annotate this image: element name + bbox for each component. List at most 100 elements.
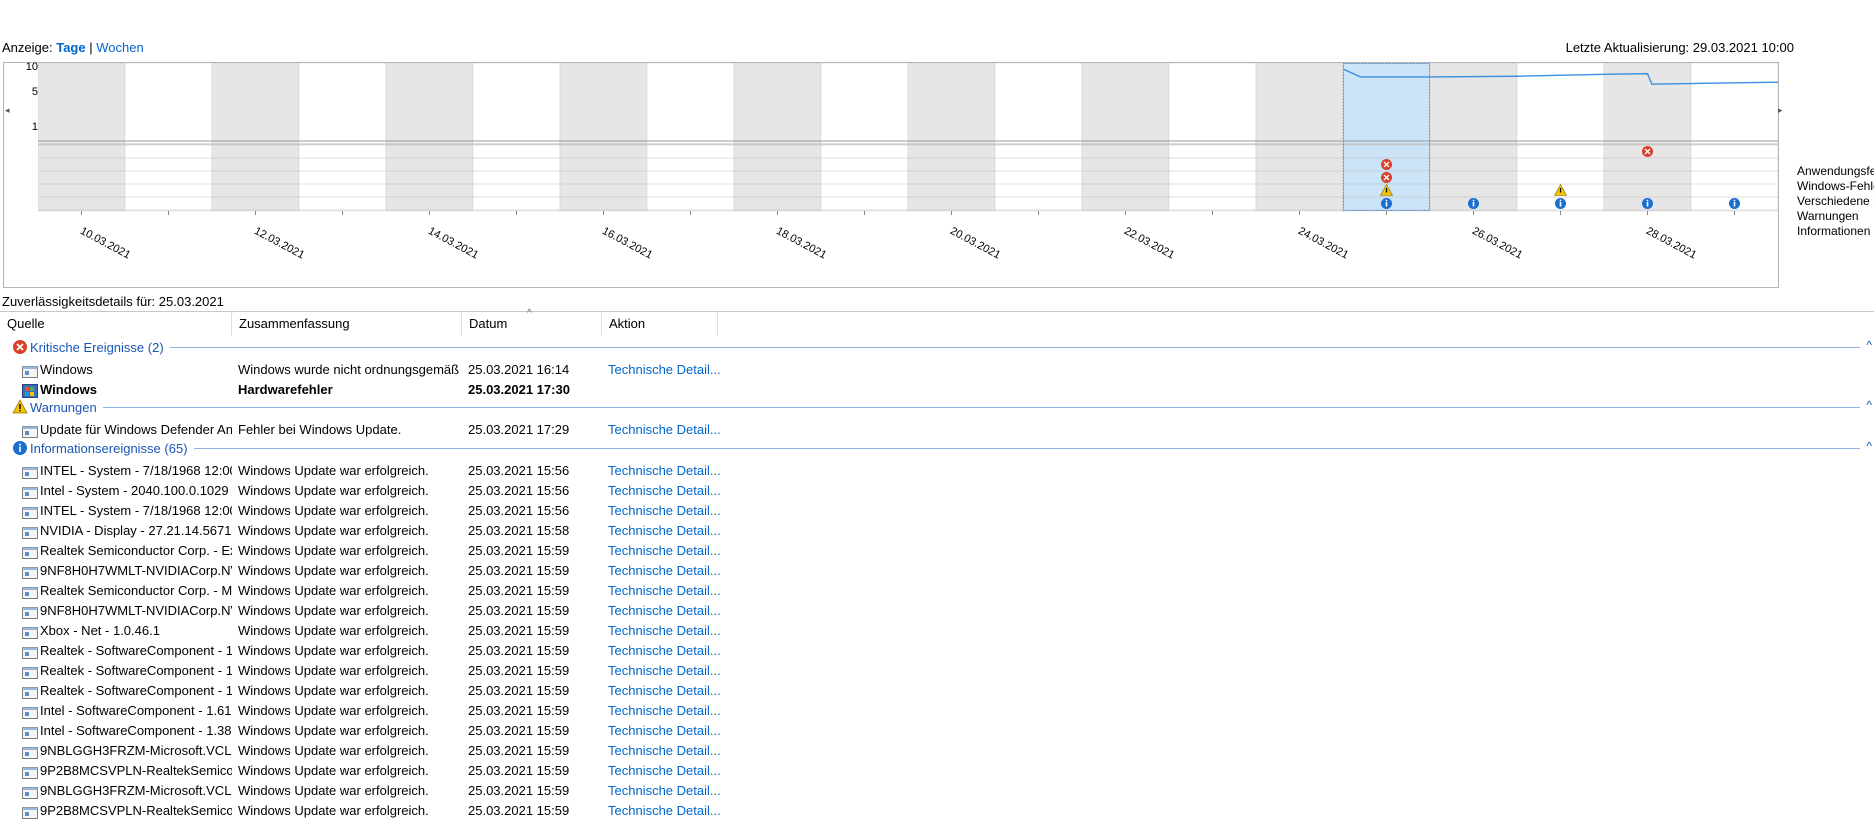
technical-details-link[interactable]: Technische Detail... (608, 701, 728, 721)
event-group-label[interactable]: Informationsereignisse (65) (30, 441, 188, 456)
technical-details-link[interactable]: Technische Detail... (608, 561, 728, 581)
event-row[interactable]: Realtek - SoftwareComponent - 1.... Windo… (0, 681, 1874, 701)
technical-details-link[interactable]: Technische Detail... (608, 581, 728, 601)
event-date: 25.03.2021 16:14 (468, 362, 570, 377)
col-header-source[interactable]: Quelle (0, 312, 232, 336)
date-tick-label: 20.03.2021 (948, 225, 1002, 261)
event-date: 25.03.2021 15:59 (468, 803, 570, 818)
technical-details-link[interactable]: Technische Detail... (608, 741, 728, 761)
technical-details-link[interactable]: Technische Detail... (608, 420, 728, 440)
app-icon (22, 725, 38, 739)
reliability-chart[interactable]: 10 5 1 10.03.2021 12.03.2021 14.03.2021 16.… (3, 61, 1779, 288)
technical-details-link[interactable]: Technische Detail... (608, 501, 728, 521)
day-column[interactable] (1168, 63, 1257, 212)
technical-details-link[interactable]: Technische Detail... (608, 360, 728, 380)
day-column[interactable] (298, 63, 387, 212)
technical-details-link[interactable]: Technische Detail... (608, 521, 728, 541)
event-row[interactable]: Update für Windows Defender Ant... Fehler… (0, 420, 1874, 440)
event-row[interactable]: Xbox - Net - 1.0.46.1 Windows Update war … (0, 621, 1874, 641)
event-row[interactable]: 9NBLGGH3FRZM-Microsoft.VCLib... Windows U… (0, 781, 1874, 801)
technical-details-link[interactable]: Technische Detail... (608, 681, 728, 701)
col-header-date[interactable]: Datum (462, 312, 602, 336)
day-column[interactable] (559, 63, 648, 212)
technical-details-link[interactable]: Technische Detail... (608, 661, 728, 681)
event-summary: Windows Update war erfolgreich. (238, 723, 429, 738)
col-header-summary[interactable]: Zusammenfassung (232, 312, 462, 336)
last-update-text: Letzte Aktualisierung: 29.03.2021 10:00 (1565, 40, 1794, 55)
technical-details-link[interactable]: Technische Detail... (608, 541, 728, 561)
day-column[interactable] (38, 63, 126, 212)
event-source: Intel - SoftwareComponent - 1.61.... (40, 703, 232, 718)
app-icon (22, 585, 38, 599)
chart-plot-area[interactable]: 10.03.2021 12.03.2021 14.03.2021 16.03.2021… (38, 63, 1778, 287)
day-column[interactable] (472, 63, 561, 212)
event-summary: Windows Update war erfolgreich. (238, 643, 429, 658)
event-group-label[interactable]: Warnungen (30, 400, 97, 415)
app-icon (22, 545, 38, 559)
event-row[interactable]: Intel - System - 2040.100.0.1029 Windows … (0, 481, 1874, 501)
day-column[interactable] (385, 63, 474, 212)
event-source: Realtek - SoftwareComponent - 1.... (40, 683, 232, 698)
event-source: Xbox - Net - 1.0.46.1 (40, 623, 160, 638)
day-column[interactable] (646, 63, 735, 212)
collapse-chevron-icon[interactable]: ^ (1866, 398, 1872, 412)
event-summary: Windows Update war erfolgreich. (238, 543, 429, 558)
event-date: 25.03.2021 15:59 (468, 783, 570, 798)
legend-app-errors: Anwendungsfehler (1797, 164, 1874, 178)
event-row[interactable]: Windows Windows wurde nicht ordnungsgemäß… (0, 360, 1874, 380)
app-icon (22, 565, 38, 579)
day-column[interactable] (1081, 63, 1170, 212)
day-column[interactable] (211, 63, 300, 212)
date-tick-label: 18.03.2021 (774, 225, 828, 261)
technical-details-link[interactable]: Technische Detail... (608, 761, 728, 781)
event-group-header[interactable]: Kritische Ereignisse (2) ^ (0, 337, 1874, 357)
technical-details-link[interactable]: Technische Detail... (608, 481, 728, 501)
event-group-header[interactable]: Warnungen ^ (0, 397, 1874, 417)
technical-details-link[interactable]: Technische Detail... (608, 601, 728, 621)
event-group-divider (169, 347, 1860, 348)
event-row[interactable]: Realtek - SoftwareComponent - 1.... Windo… (0, 641, 1874, 661)
technical-details-link[interactable]: Technische Detail... (608, 801, 728, 821)
event-summary: Windows Update war erfolgreich. (238, 603, 429, 618)
event-group-label[interactable]: Kritische Ereignisse (2) (30, 340, 164, 355)
technical-details-link[interactable]: Technische Detail... (608, 721, 728, 741)
view-days-link[interactable]: Tage (56, 40, 85, 55)
event-row[interactable]: INTEL - System - 7/18/1968 12:00:0... Win… (0, 461, 1874, 481)
technical-details-link[interactable]: Technische Detail... (608, 461, 728, 481)
event-row[interactable]: Realtek - SoftwareComponent - 1.... Windo… (0, 661, 1874, 681)
event-group-header[interactable]: Informationsereignisse (65) ^ (0, 438, 1874, 458)
collapse-chevron-icon[interactable]: ^ (1866, 439, 1872, 453)
event-row[interactable]: Realtek Semiconductor Corp. - Ext... Wind… (0, 541, 1874, 561)
day-column[interactable] (1429, 63, 1518, 212)
event-row[interactable]: 9NBLGGH3FRZM-Microsoft.VCLib... Windows U… (0, 741, 1874, 761)
event-summary: Windows Update war erfolgreich. (238, 563, 429, 578)
technical-details-link[interactable]: Technische Detail... (608, 641, 728, 661)
view-weeks-link[interactable]: Wochen (96, 40, 143, 55)
day-column[interactable] (1603, 63, 1692, 212)
technical-details-link[interactable]: Technische Detail... (608, 621, 728, 641)
y-label-10: 10 (25, 61, 38, 73)
event-row[interactable]: Realtek Semiconductor Corp. - M... Window… (0, 581, 1874, 601)
technical-details-link[interactable]: Technische Detail... (608, 781, 728, 801)
event-row[interactable]: 9NF8H0H7WMLT-NVIDIACorp.NVI... Windows Up… (0, 601, 1874, 621)
day-column[interactable] (1255, 63, 1344, 212)
event-group-divider (102, 407, 1860, 408)
day-column[interactable] (820, 63, 909, 212)
event-row[interactable]: 9NF8H0H7WMLT-NVIDIACorp.NVI... Windows Up… (0, 561, 1874, 581)
day-column[interactable] (124, 63, 213, 212)
event-row[interactable]: Intel - SoftwareComponent - 1.61.... Wind… (0, 701, 1874, 721)
day-column[interactable] (994, 63, 1083, 212)
day-column[interactable] (1690, 63, 1778, 212)
day-column[interactable] (733, 63, 822, 212)
event-row[interactable]: NVIDIA - Display - 27.21.14.5671 Windows … (0, 521, 1874, 541)
chart-scroll-left-icon[interactable]: ◂ (5, 105, 10, 116)
col-header-action[interactable]: Aktion (602, 312, 718, 336)
event-row[interactable]: 9P2B8MCSVPLN-RealtekSemicon... Windows Up… (0, 801, 1874, 821)
day-column[interactable] (907, 63, 996, 212)
event-summary: Windows Update war erfolgreich. (238, 503, 429, 518)
collapse-chevron-icon[interactable]: ^ (1866, 338, 1872, 352)
event-row[interactable]: INTEL - System - 7/18/1968 12:00:0... Win… (0, 501, 1874, 521)
chart-scroll-right-icon[interactable]: ▸ (1778, 105, 1783, 116)
event-row[interactable]: 9P2B8MCSVPLN-RealtekSemicon... Windows Up… (0, 761, 1874, 781)
event-row[interactable]: Intel - SoftwareComponent - 1.38.... Wind… (0, 721, 1874, 741)
